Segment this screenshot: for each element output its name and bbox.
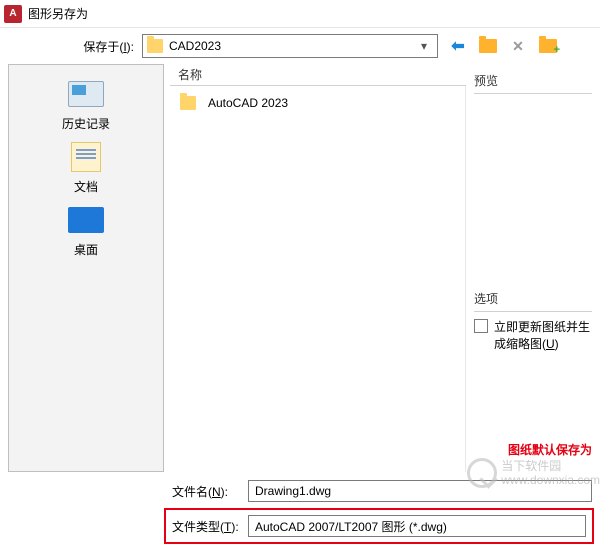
folder-new-icon — [539, 39, 557, 53]
sidebar-item-documents[interactable]: 文档 — [9, 140, 163, 195]
options-header: 选项 — [474, 286, 592, 312]
save-in-row: 保存于(I): CAD2023 ▾ ⬅ ✕ — [0, 28, 600, 64]
app-icon: A — [4, 5, 22, 23]
filename-row: 文件名(N): Drawing1.dwg — [0, 472, 600, 506]
folder-icon — [180, 96, 196, 110]
desktop-icon — [66, 203, 106, 237]
back-button[interactable]: ⬅ — [448, 36, 468, 56]
save-in-dropdown[interactable]: CAD2023 ▾ — [142, 34, 438, 58]
documents-icon — [66, 140, 106, 174]
checkbox-icon[interactable] — [474, 319, 488, 333]
dialog-title: 图形另存为 — [28, 5, 88, 22]
current-folder-name: CAD2023 — [169, 39, 221, 53]
close-icon: ✕ — [512, 38, 524, 55]
main-area: 历史记录 文档 桌面 名称 AutoCAD 2023 预览 选项 立即更新图纸并… — [0, 64, 600, 472]
filename-value: Drawing1.dwg — [255, 484, 331, 498]
column-header-name[interactable]: 名称 — [170, 64, 466, 86]
sidebar-item-label: 文档 — [74, 178, 98, 195]
folder-up-icon — [479, 39, 497, 53]
filetype-dropdown[interactable]: AutoCAD 2007/LT2007 图形 (*.dwg) — [248, 515, 586, 537]
delete-button[interactable]: ✕ — [508, 36, 528, 56]
arrow-left-icon: ⬅ — [451, 36, 464, 56]
sidebar-item-history[interactable]: 历史记录 — [9, 77, 163, 132]
preview-header: 预览 — [474, 68, 592, 94]
right-panel: 预览 选项 立即更新图纸并生成缩略图(U) 图纸默认保存为 — [466, 64, 600, 472]
filetype-highlight: 文件类型(T): AutoCAD 2007/LT2007 图形 (*.dwg) — [164, 508, 594, 544]
history-icon — [66, 77, 106, 111]
list-item[interactable]: AutoCAD 2023 — [176, 92, 459, 114]
filetype-value: AutoCAD 2007/LT2007 图形 (*.dwg) — [255, 518, 447, 535]
places-sidebar: 历史记录 文档 桌面 — [8, 64, 164, 472]
sidebar-item-label: 历史记录 — [62, 115, 110, 132]
sidebar-item-desktop[interactable]: 桌面 — [9, 203, 163, 258]
default-save-note: 图纸默认保存为 — [474, 431, 592, 468]
folder-icon — [147, 39, 163, 53]
update-thumb-label: 立即更新图纸并生成缩略图(U) — [494, 318, 592, 352]
title-bar: A 图形另存为 — [0, 0, 600, 28]
chevron-down-icon: ▾ — [415, 39, 433, 53]
new-folder-button[interactable] — [538, 36, 558, 56]
nav-toolbar: ⬅ ✕ — [448, 36, 558, 56]
preview-area — [474, 98, 592, 278]
sidebar-item-label: 桌面 — [74, 241, 98, 258]
file-list[interactable]: AutoCAD 2023 — [170, 86, 466, 472]
filetype-label: 文件类型(T): — [172, 518, 248, 535]
up-folder-button[interactable] — [478, 36, 498, 56]
file-name: AutoCAD 2023 — [208, 96, 288, 110]
update-thumb-option[interactable]: 立即更新图纸并生成缩略图(U) — [474, 318, 592, 352]
file-list-panel: 名称 AutoCAD 2023 — [170, 64, 466, 472]
save-in-label: 保存于(I): — [50, 38, 142, 55]
filename-input[interactable]: Drawing1.dwg — [248, 480, 592, 502]
filename-label: 文件名(N): — [172, 483, 248, 500]
